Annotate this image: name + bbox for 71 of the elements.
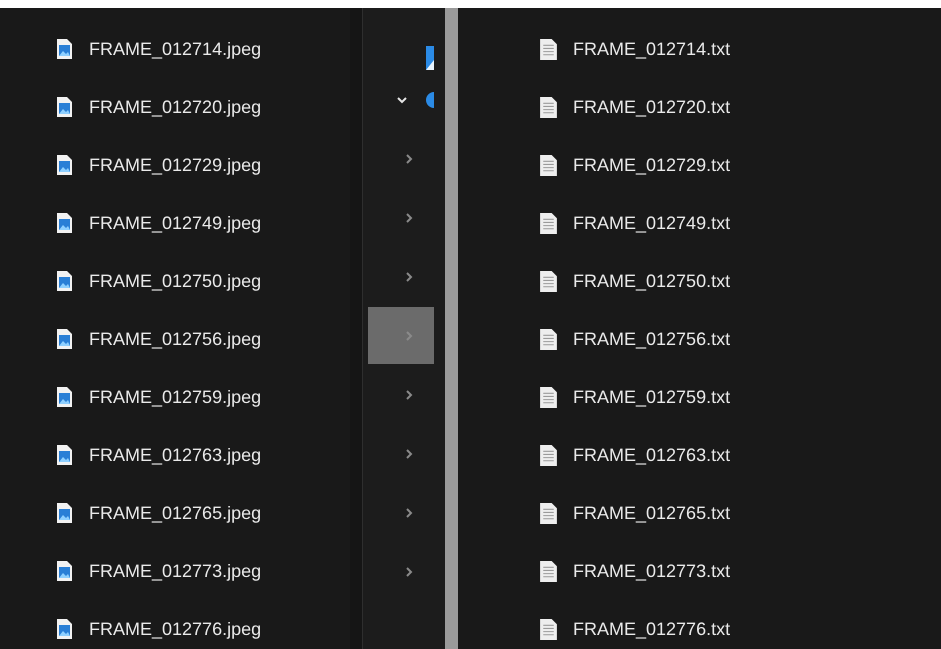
- file-item[interactable]: FRAME_012749.jpeg: [56, 194, 350, 252]
- file-item[interactable]: FRAME_012773.txt: [540, 542, 941, 600]
- file-item[interactable]: FRAME_012749.txt: [540, 194, 941, 252]
- folder-icon: [426, 92, 434, 108]
- file-name: FRAME_012729.txt: [573, 154, 730, 176]
- file-name: FRAME_012765.jpeg: [89, 502, 262, 524]
- file-item[interactable]: FRAME_012763.jpeg: [56, 426, 350, 484]
- image-file-icon: [56, 445, 72, 465]
- file-item[interactable]: FRAME_012750.txt: [540, 252, 941, 310]
- file-item[interactable]: FRAME_012759.jpeg: [56, 368, 350, 426]
- file-name: FRAME_012749.txt: [573, 212, 730, 234]
- text-file-icon: [540, 38, 557, 60]
- file-item[interactable]: FRAME_012759.txt: [540, 368, 941, 426]
- file-name: FRAME_012714.txt: [573, 38, 730, 60]
- file-icon: [426, 46, 434, 70]
- file-name: FRAME_012763.jpeg: [89, 444, 262, 466]
- image-file-icon: [56, 39, 72, 59]
- file-name: FRAME_012750.jpeg: [89, 270, 262, 292]
- file-item[interactable]: FRAME_012763.txt: [540, 426, 941, 484]
- file-name: FRAME_012773.txt: [573, 560, 730, 582]
- image-file-icon: [56, 271, 72, 291]
- text-file-icon: [540, 154, 557, 176]
- file-item[interactable]: FRAME_012756.txt: [540, 310, 941, 368]
- file-item[interactable]: FRAME_012714.jpeg: [56, 20, 350, 78]
- file-name: FRAME_012750.txt: [573, 270, 730, 292]
- file-item[interactable]: FRAME_012729.jpeg: [56, 136, 350, 194]
- text-file-icon: [540, 328, 557, 350]
- expand-button[interactable]: [368, 307, 434, 364]
- file-name: FRAME_012776.jpeg: [89, 618, 262, 640]
- file-item[interactable]: FRAME_012720.txt: [540, 78, 941, 136]
- file-item[interactable]: FRAME_012776.jpeg: [56, 600, 350, 649]
- file-name: FRAME_012776.txt: [573, 618, 730, 640]
- file-item[interactable]: FRAME_012773.jpeg: [56, 542, 350, 600]
- file-name: FRAME_012720.txt: [573, 96, 730, 118]
- file-name: FRAME_012759.jpeg: [89, 386, 262, 408]
- file-name: FRAME_012714.jpeg: [89, 38, 262, 60]
- image-file-icon: [56, 619, 72, 639]
- file-item[interactable]: FRAME_012765.jpeg: [56, 484, 350, 542]
- text-file-icon: [540, 96, 557, 118]
- text-file-icon: [540, 502, 557, 524]
- file-name: FRAME_012749.jpeg: [89, 212, 262, 234]
- image-file-icon: [56, 503, 72, 523]
- image-file-icon: [56, 213, 72, 233]
- file-name: FRAME_012763.txt: [573, 444, 730, 466]
- image-file-icon: [56, 561, 72, 581]
- scrollbar[interactable]: [445, 8, 458, 649]
- file-item[interactable]: FRAME_012776.txt: [540, 600, 941, 649]
- file-name: FRAME_012773.jpeg: [89, 560, 262, 582]
- file-name: FRAME_012756.txt: [573, 328, 730, 350]
- image-file-icon: [56, 387, 72, 407]
- image-file-icon: [56, 155, 72, 175]
- file-item[interactable]: FRAME_012729.txt: [540, 136, 941, 194]
- text-file-icon: [540, 560, 557, 582]
- text-file-icon: [540, 212, 557, 234]
- file-name: FRAME_012759.txt: [573, 386, 730, 408]
- text-file-icon: [540, 618, 557, 640]
- text-file-icon: [540, 386, 557, 408]
- file-name: FRAME_012720.jpeg: [89, 96, 262, 118]
- image-file-icon: [56, 97, 72, 117]
- file-name: FRAME_012756.jpeg: [89, 328, 262, 350]
- file-name: FRAME_012765.txt: [573, 502, 730, 524]
- file-item[interactable]: FRAME_012756.jpeg: [56, 310, 350, 368]
- file-item[interactable]: FRAME_012765.txt: [540, 484, 941, 542]
- text-file-icon: [540, 270, 557, 292]
- file-item[interactable]: FRAME_012720.jpeg: [56, 78, 350, 136]
- image-file-icon: [56, 329, 72, 349]
- file-name: FRAME_012729.jpeg: [89, 154, 262, 176]
- splitter[interactable]: [350, 8, 363, 649]
- text-file-icon: [540, 444, 557, 466]
- file-item[interactable]: FRAME_012714.txt: [540, 20, 941, 78]
- file-item[interactable]: FRAME_012750.jpeg: [56, 252, 350, 310]
